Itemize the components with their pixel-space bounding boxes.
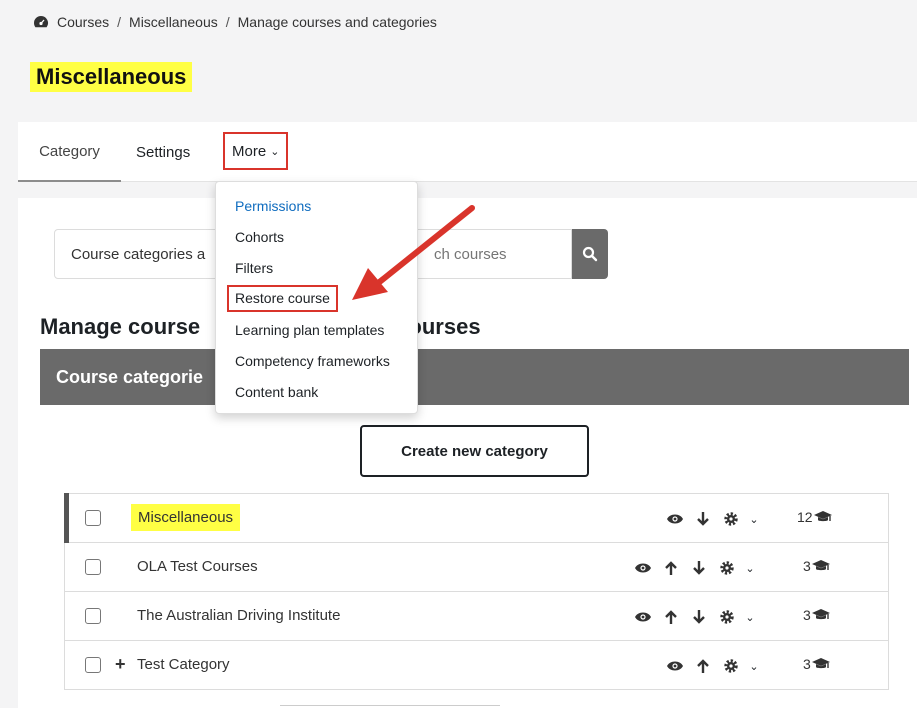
course-count: 12 xyxy=(797,509,833,525)
graduation-cap-icon xyxy=(811,609,830,620)
gear-icon[interactable] xyxy=(721,510,741,528)
course-count: 3 xyxy=(803,607,831,623)
category-checkbox[interactable] xyxy=(85,559,101,575)
tab-more-label: More xyxy=(232,142,267,160)
arrow-down-icon[interactable] xyxy=(689,559,709,577)
page-title: Miscellaneous xyxy=(30,62,193,92)
menu-item-permissions[interactable]: Permissions xyxy=(216,190,417,221)
eye-icon[interactable] xyxy=(665,657,685,675)
table-row[interactable]: OLA Test Courses ⌄ 3 xyxy=(65,543,888,592)
graduation-cap-icon xyxy=(811,560,830,571)
menu-item-competency-frameworks[interactable]: Competency frameworks xyxy=(216,345,417,376)
menu-item-content-bank[interactable]: Content bank xyxy=(216,376,417,407)
arrow-down-icon[interactable] xyxy=(693,510,713,528)
eye-icon[interactable] xyxy=(633,608,653,626)
chevron-down-icon[interactable]: ⌄ xyxy=(745,559,755,577)
graduation-cap-icon xyxy=(813,511,832,522)
menu-item-learning-plan-templates[interactable]: Learning plan templates xyxy=(216,314,417,345)
breadcrumb: Courses / Miscellaneous / Manage courses… xyxy=(33,14,437,30)
category-name[interactable]: The Australian Driving Institute xyxy=(137,607,340,624)
course-count: 3 xyxy=(803,656,831,672)
gear-icon[interactable] xyxy=(717,608,737,626)
category-list: Miscellaneous ⌄ 12 OLA Test Courses ⌄ 3 xyxy=(64,493,889,690)
category-checkbox[interactable] xyxy=(85,510,101,526)
search-button[interactable] xyxy=(572,229,608,279)
arrow-up-icon[interactable] xyxy=(661,608,681,626)
breadcrumb-miscellaneous[interactable]: Miscellaneous xyxy=(129,14,218,30)
arrow-up-icon[interactable] xyxy=(661,559,681,577)
eye-icon[interactable] xyxy=(665,510,685,528)
expand-plus-icon[interactable]: + xyxy=(115,654,126,674)
breadcrumb-separator: / xyxy=(225,14,230,30)
menu-item-cohorts[interactable]: Cohorts xyxy=(216,221,417,252)
chevron-down-icon[interactable]: ⌄ xyxy=(749,657,759,675)
table-row[interactable]: + Test Category ⌄ 3 xyxy=(65,641,888,689)
more-dropdown-menu: Permissions Cohorts Filters Restore cour… xyxy=(215,181,418,414)
breadcrumb-separator: / xyxy=(117,14,122,30)
menu-item-filters[interactable]: Filters xyxy=(216,252,417,283)
chevron-down-icon[interactable]: ⌄ xyxy=(749,510,759,528)
category-name[interactable]: Miscellaneous xyxy=(131,504,241,531)
arrow-down-icon[interactable] xyxy=(689,608,709,626)
table-row[interactable]: The Australian Driving Institute ⌄ 3 xyxy=(65,592,888,641)
tab-category[interactable]: Category xyxy=(18,122,121,182)
breadcrumb-manage[interactable]: Manage courses and categories xyxy=(238,14,437,30)
restore-course-label: Restore course xyxy=(227,285,338,312)
category-name[interactable]: Test Category xyxy=(137,656,230,673)
gear-icon[interactable] xyxy=(717,559,737,577)
menu-item-restore-course[interactable]: Restore course xyxy=(216,283,417,314)
dashboard-icon xyxy=(34,16,48,28)
course-count: 3 xyxy=(803,558,831,574)
course-categories-header: Course categorie xyxy=(40,349,909,405)
create-new-category-button[interactable]: Create new category xyxy=(360,425,589,477)
graduation-cap-icon xyxy=(811,658,830,669)
breadcrumb-courses[interactable]: Courses xyxy=(57,14,109,30)
tab-settings[interactable]: Settings xyxy=(136,122,190,182)
search-scope-select[interactable]: Course categories a xyxy=(54,229,224,279)
category-checkbox[interactable] xyxy=(85,608,101,624)
chevron-down-icon[interactable]: ⌄ xyxy=(745,608,755,626)
table-row[interactable]: Miscellaneous ⌄ 12 xyxy=(64,493,888,543)
gear-icon[interactable] xyxy=(721,657,741,675)
category-checkbox[interactable] xyxy=(85,657,101,673)
secondary-navigation: Category Settings More ⌄ xyxy=(18,122,917,182)
arrow-up-icon[interactable] xyxy=(693,657,713,675)
chevron-down-icon: ⌄ xyxy=(270,145,280,158)
eye-icon[interactable] xyxy=(633,559,653,577)
heading-left: Manage course xyxy=(40,314,201,339)
category-name[interactable]: OLA Test Courses xyxy=(137,558,258,575)
search-icon xyxy=(582,246,598,262)
tab-more[interactable]: More ⌄ xyxy=(223,132,289,170)
